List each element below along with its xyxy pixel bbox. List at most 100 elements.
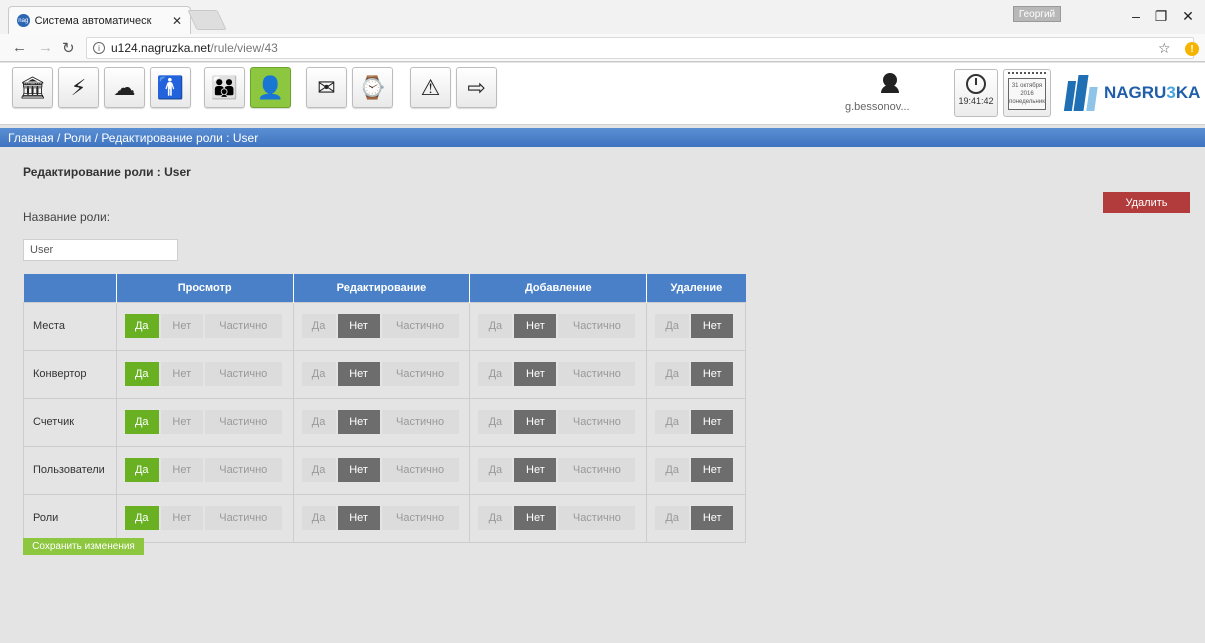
permission-option-no[interactable]: Нет: [691, 458, 734, 482]
logout-icon[interactable]: ⇨: [456, 67, 497, 108]
permission-option-no[interactable]: Нет: [691, 410, 734, 434]
permission-option-yes[interactable]: Да: [301, 410, 336, 434]
url-input[interactable]: i u124.nagruzka.net/rule/view/43: [86, 37, 1194, 59]
permission-option-partial[interactable]: Частично: [381, 362, 459, 386]
permission-option-no[interactable]: Нет: [337, 506, 380, 530]
permission-option-no[interactable]: Нет: [514, 506, 557, 530]
permission-option-no[interactable]: Нет: [514, 362, 557, 386]
permission-cell-edit: Да Нет Частично: [292, 397, 471, 447]
new-tab-button[interactable]: [187, 10, 227, 30]
permission-option-yes[interactable]: Да: [124, 458, 159, 482]
permission-option-no[interactable]: Нет: [691, 314, 734, 338]
permission-option-partial[interactable]: Частично: [381, 458, 459, 482]
permission-option-no[interactable]: Нет: [337, 410, 380, 434]
permission-option-no[interactable]: Нет: [160, 410, 203, 434]
roles-icon[interactable]: 👤: [250, 67, 291, 108]
permission-cell-delete: Да Нет: [646, 301, 746, 351]
save-changes-button[interactable]: Сохранить изменения: [23, 538, 144, 555]
permission-option-no[interactable]: Нет: [691, 362, 734, 386]
permission-option-yes[interactable]: Да: [124, 506, 159, 530]
permission-option-partial[interactable]: Частично: [558, 410, 636, 434]
permission-option-partial[interactable]: Частично: [558, 506, 636, 530]
permission-option-partial[interactable]: Частично: [381, 314, 459, 338]
info-icon[interactable]: i: [93, 42, 105, 54]
permission-option-no[interactable]: Нет: [337, 314, 380, 338]
permission-option-yes[interactable]: Да: [478, 314, 513, 338]
building-icon[interactable]: 🏛: [12, 67, 53, 108]
permission-option-yes[interactable]: Да: [655, 362, 690, 386]
permission-option-yes[interactable]: Да: [124, 362, 159, 386]
permission-toggle-group: Да Нет: [647, 410, 745, 434]
permission-option-yes[interactable]: Да: [301, 458, 336, 482]
breadcrumb-home-link[interactable]: Главная: [8, 131, 54, 145]
breadcrumb: Главная / Роли / Редактирование роли : U…: [0, 128, 1205, 147]
delete-button[interactable]: Удалить: [1103, 192, 1190, 213]
permission-cell-view: Да Нет Частично: [115, 445, 294, 495]
permission-option-no[interactable]: Нет: [337, 362, 380, 386]
permission-option-partial[interactable]: Частично: [381, 506, 459, 530]
permission-toggle-group: Да Нет Частично: [117, 506, 293, 530]
warning-icon[interactable]: ⚠: [410, 67, 451, 108]
minimize-icon[interactable]: –: [1128, 8, 1144, 24]
permission-option-yes[interactable]: Да: [478, 506, 513, 530]
browser-profile-chip[interactable]: Георгий: [1013, 6, 1061, 22]
column-header-delete: Удаление: [646, 274, 746, 302]
permission-option-no[interactable]: Нет: [514, 458, 557, 482]
permission-option-partial[interactable]: Частично: [558, 362, 636, 386]
permission-option-partial[interactable]: Частично: [558, 458, 636, 482]
permission-option-no[interactable]: Нет: [691, 506, 734, 530]
permission-option-no[interactable]: Нет: [514, 410, 557, 434]
restore-icon[interactable]: ❐: [1153, 8, 1169, 24]
permission-option-partial[interactable]: Частично: [558, 314, 636, 338]
close-tab-icon[interactable]: ✕: [172, 14, 182, 28]
permission-option-partial[interactable]: Частично: [204, 314, 282, 338]
bookmark-star-icon[interactable]: ☆: [1158, 40, 1171, 57]
permission-option-partial[interactable]: Частично: [381, 410, 459, 434]
permission-option-yes[interactable]: Да: [301, 506, 336, 530]
permission-option-no[interactable]: Нет: [337, 458, 380, 482]
permission-option-yes[interactable]: Да: [478, 458, 513, 482]
permission-toggle-group: Да Нет Частично: [470, 410, 646, 434]
permission-option-yes[interactable]: Да: [301, 314, 336, 338]
cloud-network-icon[interactable]: ☁: [104, 67, 145, 108]
reload-icon[interactable]: ↻: [62, 39, 75, 57]
family-icon[interactable]: 👪: [204, 67, 245, 108]
permission-option-no[interactable]: Нет: [514, 314, 557, 338]
breadcrumb-separator: /: [53, 130, 64, 145]
extension-icon[interactable]: !: [1185, 42, 1199, 56]
browser-tab[interactable]: nag Система автоматическ ✕: [8, 6, 191, 34]
permission-option-partial[interactable]: Частично: [204, 506, 282, 530]
permission-option-yes[interactable]: Да: [655, 506, 690, 530]
schedule-icon[interactable]: ⌚: [352, 67, 393, 108]
permission-option-partial[interactable]: Частично: [204, 410, 282, 434]
permission-option-yes[interactable]: Да: [301, 362, 336, 386]
permission-option-no[interactable]: Нет: [160, 362, 203, 386]
permission-option-no[interactable]: Нет: [160, 458, 203, 482]
calendar-day: 31 октября: [1011, 83, 1043, 89]
role-name-input[interactable]: [23, 239, 178, 261]
permission-option-yes[interactable]: Да: [478, 410, 513, 434]
permission-option-partial[interactable]: Частично: [204, 458, 282, 482]
permission-option-yes[interactable]: Да: [655, 314, 690, 338]
mail-icon[interactable]: ✉: [306, 67, 347, 108]
breadcrumb-current: Редактирование роли : User: [101, 130, 259, 145]
permission-option-yes[interactable]: Да: [655, 458, 690, 482]
calendar-date: 31 октября 2016 понедельник: [1008, 78, 1046, 110]
user-menu[interactable]: g.bessonov...: [845, 73, 935, 113]
permission-option-partial[interactable]: Частично: [204, 362, 282, 386]
permission-option-no[interactable]: Нет: [160, 314, 203, 338]
permission-option-yes[interactable]: Да: [655, 410, 690, 434]
network-icon[interactable]: ⚡: [58, 67, 99, 108]
person-icon[interactable]: 🚹: [150, 67, 191, 108]
permission-toggle-group: Да Нет Частично: [470, 362, 646, 386]
close-window-icon[interactable]: ✕: [1180, 8, 1196, 24]
permission-option-yes[interactable]: Да: [124, 314, 159, 338]
row-name: Пользователи: [23, 445, 117, 495]
permission-option-yes[interactable]: Да: [124, 410, 159, 434]
back-arrow-icon[interactable]: ←: [12, 39, 27, 56]
permission-option-yes[interactable]: Да: [478, 362, 513, 386]
permission-option-no[interactable]: Нет: [160, 506, 203, 530]
forward-arrow-icon[interactable]: →: [38, 39, 53, 56]
breadcrumb-roles-link[interactable]: Роли: [64, 131, 92, 145]
logo-mark-icon: [1062, 73, 1102, 113]
